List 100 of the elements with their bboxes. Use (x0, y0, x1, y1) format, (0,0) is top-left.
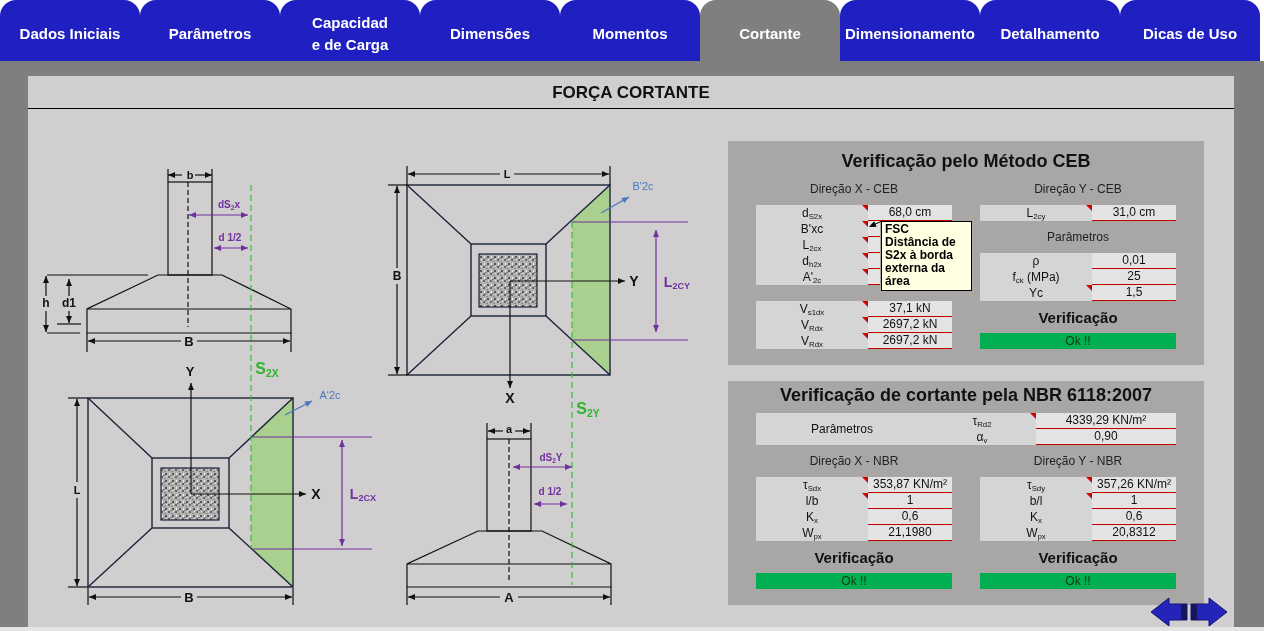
label-cell: L$_{2cy}$ (980, 205, 1092, 221)
group-heading: Parâmetros (1046, 229, 1110, 245)
dimension-label: b (186, 169, 194, 181)
label-cell: V$_{Rdx}$ (756, 333, 868, 349)
leader-arrow (600, 196, 630, 214)
dimension-label: dS$_{2}$x (218, 200, 240, 210)
section-label: S$_{2Y}$ (576, 401, 600, 417)
status-bar: Ok !! (980, 573, 1176, 589)
column-heading: Direção X - CEB (809, 181, 899, 197)
label-cell: L$_{2cx}$ (756, 237, 868, 253)
column-section (160, 467, 220, 521)
dimension-line (167, 168, 213, 183)
value-cell: 0,6 (868, 509, 952, 525)
label-cell: V$_{s1dx}$ (756, 301, 868, 317)
value-cell: 2697,2 kN (868, 333, 952, 349)
dimension-arrow (188, 212, 249, 218)
value-cell: 353,87 KN/m² (868, 477, 952, 493)
label-cell: α$_{v}$ (928, 429, 1036, 445)
value-cell: 31,0 cm (1092, 205, 1176, 221)
axis-label: Y (185, 364, 195, 378)
section-label: S$_{2X}$ (255, 361, 279, 377)
dimension-arrow (533, 501, 568, 507)
value-cell: 2697,2 kN (868, 317, 952, 333)
value-cell (868, 237, 880, 253)
tab[interactable]: Dicas de Uso (1120, 0, 1260, 61)
dimension-label: h (42, 297, 50, 309)
area-label: A'2c (319, 389, 341, 401)
dimension-label: dS$_{2}$Y (539, 453, 563, 463)
dimension-line (486, 422, 532, 440)
value-cell: 1 (1092, 493, 1176, 509)
page-title: FORÇA CORTANTE (28, 76, 1234, 109)
label-cell: τ$_{Sdx}$ (756, 477, 868, 493)
value-cell: 68,0 cm (868, 205, 952, 221)
label-cell: K$_{x}$ (980, 509, 1092, 525)
value-cell: 0,90 (1036, 429, 1176, 445)
label-cell: ρ (980, 253, 1092, 269)
column-heading: Direção Y - NBR (1032, 453, 1124, 469)
tab[interactable]: Dados Iniciais (0, 0, 140, 61)
label-cell: l/b (756, 493, 868, 509)
column-heading: Direção X - NBR (808, 453, 900, 469)
dimension-label: B (184, 590, 194, 604)
label-cell: K$_{x}$ (756, 509, 868, 525)
value-cell: 4339,29 KN/m² (1036, 413, 1176, 429)
verification-heading: Verificação (1037, 308, 1119, 328)
dimension-label: d 1/2 (538, 487, 562, 497)
arrow-left-icon[interactable] (1150, 597, 1188, 627)
status-bar: Ok !! (980, 333, 1176, 349)
dimension-label: L$_{2CX}$ (349, 487, 377, 501)
label-cell: W$_{px}$ (756, 525, 868, 541)
value-cell: 0,01 (1092, 253, 1176, 269)
value-cell: 25 (1092, 269, 1176, 285)
leader-arrow (284, 400, 313, 416)
tab[interactable]: Parâmetros (140, 0, 280, 61)
label-cell: B'xc (756, 221, 868, 237)
dimension-label: d1 (62, 297, 76, 309)
dimension-label: L$_{2CY}$ (663, 275, 691, 289)
label-cell: d$_{h2x}$ (756, 253, 868, 269)
tab[interactable]: Dimensões (420, 0, 560, 61)
value-cell: 1,5 (1092, 285, 1176, 301)
value-cell: 0,6 (1092, 509, 1176, 525)
label-cell: W$_{px}$ (980, 525, 1092, 541)
tooltip-text: Distância de S2x à borda externa da área (885, 236, 957, 288)
tab[interactable]: Cortante (700, 0, 840, 61)
column-heading: Direção Y - CEB (1033, 181, 1123, 197)
axis-label: Y (629, 274, 639, 288)
axis-label: X (311, 487, 321, 501)
column-section (478, 253, 538, 308)
dimension-label: L (73, 484, 81, 496)
label-cell: A'$_{2c}$ (756, 269, 868, 285)
label-cell: τ$_{Sdy}$ (980, 477, 1092, 493)
value-cell: 21,1980 (868, 525, 952, 541)
panel-title: Verificação pelo Método CEB (840, 150, 1092, 173)
label-cell: V$_{Rdx}$ (756, 317, 868, 333)
tab[interactable]: Detalhamento (980, 0, 1120, 61)
label-cell: d$_{S2x}$ (756, 205, 868, 221)
value-cell (868, 253, 880, 269)
dimension-label: L (503, 168, 511, 180)
dimension-arrow (512, 464, 573, 470)
tab[interactable]: Dimensionamento (840, 0, 980, 61)
value-cell: 357,26 KN/m² (1092, 477, 1176, 493)
dimension-arrow (213, 245, 249, 251)
panel-title: Verificação de cortante pela NBR 6118:2007 (778, 384, 1154, 407)
label-cell: Parâmetros (756, 413, 928, 445)
area-label: B'2c (632, 180, 654, 192)
verification-heading: Verificação (1037, 548, 1119, 568)
dimension-label: A (504, 590, 514, 604)
value-cell: 37,1 kN (868, 301, 952, 317)
status-bar: Ok !! (756, 573, 952, 589)
label-cell: b/l (980, 493, 1092, 509)
tab[interactable]: Momentos (560, 0, 700, 61)
axis-label: X (505, 391, 515, 405)
label-cell: Yc (980, 285, 1092, 301)
value-cell (868, 269, 880, 285)
value-cell: 20,8312 (1092, 525, 1176, 541)
dimension-label: B (184, 334, 194, 348)
tab[interactable]: Capacidad e de Carga (280, 0, 420, 61)
dimension-label: B (392, 270, 402, 282)
tooltip-title: FSC (885, 223, 910, 236)
arrow-right-icon[interactable] (1190, 597, 1228, 627)
label-cell: f$_{ck}$ (MPa) (980, 269, 1092, 285)
